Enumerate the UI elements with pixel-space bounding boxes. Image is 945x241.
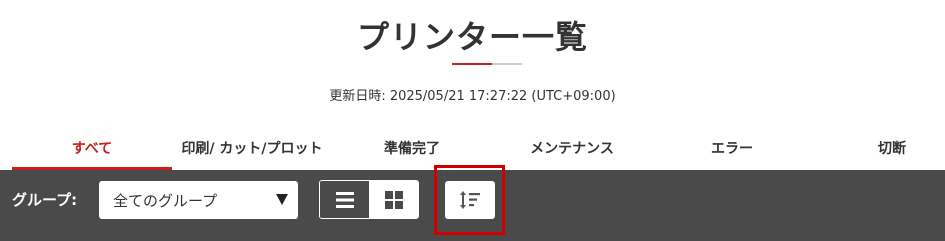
list-view-button[interactable] bbox=[320, 181, 369, 218]
tab-all-label: すべて bbox=[71, 141, 113, 157]
group-select[interactable]: 全てのグループ bbox=[99, 181, 298, 219]
tab-all[interactable]: すべて bbox=[12, 126, 172, 170]
tab-ready[interactable]: 準備完了 bbox=[332, 126, 492, 170]
sort-icon bbox=[460, 191, 480, 209]
tab-ready-label: 準備完了 bbox=[384, 141, 440, 157]
title-underline-accent bbox=[452, 63, 492, 65]
tab-error-label: エラー bbox=[711, 141, 753, 157]
tab-disconnected[interactable]: 切断 bbox=[812, 126, 945, 170]
tab-error[interactable]: エラー bbox=[652, 126, 812, 170]
title-underline bbox=[452, 63, 522, 65]
tab-maintenance[interactable]: メンテナンス bbox=[492, 126, 652, 170]
grid-view-icon bbox=[384, 190, 403, 209]
tab-disconnected-label: 切断 bbox=[878, 141, 906, 157]
group-select-value: 全てのグループ bbox=[113, 191, 218, 210]
updated-timestamp: 更新日時: 2025/05/21 17:27:22 (UTC+09:00) bbox=[329, 89, 616, 104]
tab-print-cut-plot[interactable]: 印刷/ カット/プロット bbox=[172, 126, 332, 170]
list-view-icon bbox=[335, 191, 354, 208]
tab-print-cut-plot-label: 印刷/ カット/プロット bbox=[181, 141, 323, 157]
toolbar: グループ: 全てのグループ bbox=[0, 165, 945, 241]
view-toggle bbox=[319, 180, 419, 219]
tab-maintenance-label: メンテナンス bbox=[530, 141, 614, 157]
status-tabs: すべて 印刷/ カット/プロット 準備完了 メンテナンス エラー 切断 bbox=[0, 126, 945, 170]
group-label: グループ: bbox=[12, 191, 78, 209]
grid-view-button[interactable] bbox=[369, 181, 418, 218]
page-title: プリンター一覧 bbox=[356, 18, 588, 56]
sort-button[interactable] bbox=[445, 181, 495, 219]
dropdown-arrow-icon bbox=[276, 194, 288, 205]
